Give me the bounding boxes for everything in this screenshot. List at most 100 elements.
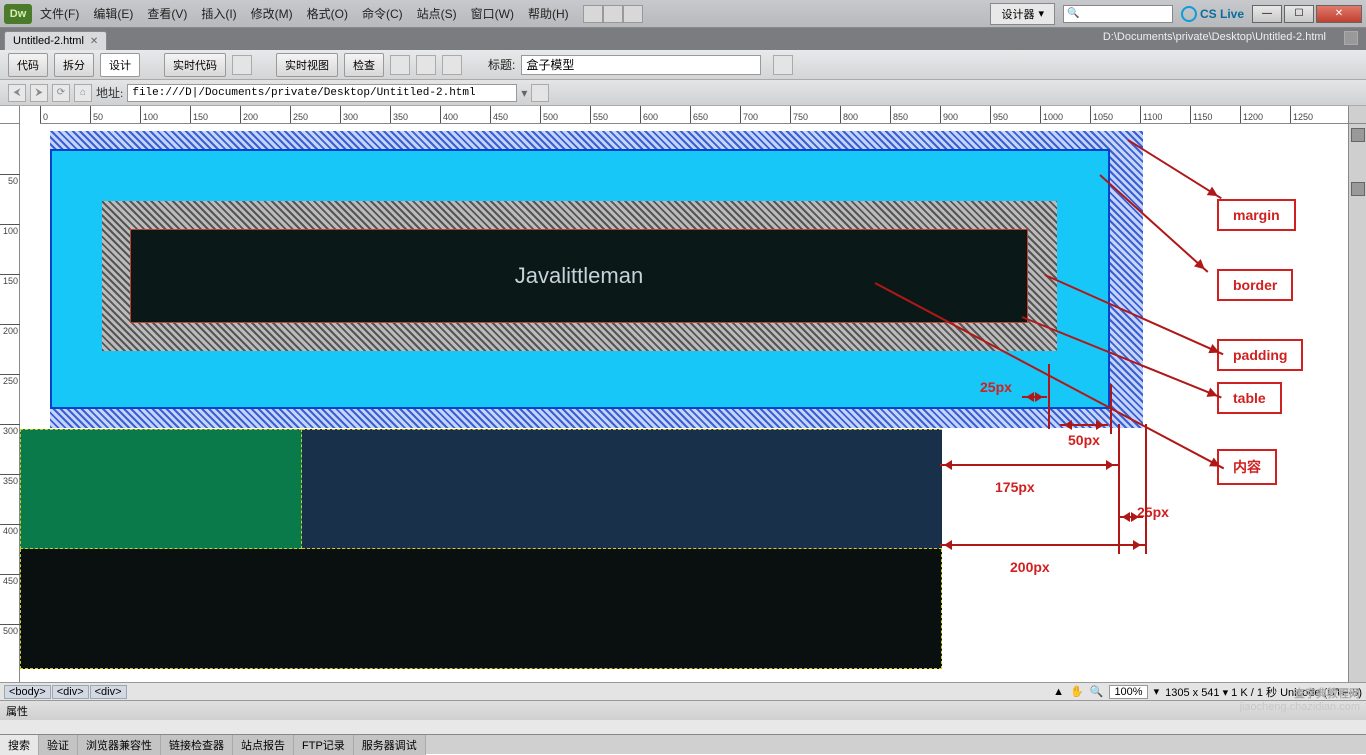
properties-header[interactable]: 属性 (0, 700, 1366, 720)
split-view-button[interactable]: 拆分 (54, 53, 94, 77)
annot-border: border (1217, 269, 1293, 301)
vertical-ruler: 50100150200250300350400450500 (0, 124, 20, 682)
address-toolbar: ⮜ ⮞ ⟳ ⌂ 地址: ▾ (0, 80, 1366, 106)
annot-content: 内容 (1217, 449, 1277, 485)
tag-div[interactable]: <div> (52, 685, 89, 699)
tab-site-report[interactable]: 站点报告 (233, 735, 294, 755)
menu-site[interactable]: 站点(S) (417, 5, 457, 22)
document-path: D:\Documents\private\Desktop\Untitled-2.… (1103, 31, 1326, 43)
dim-guide-icon (1048, 364, 1050, 429)
design-view-button[interactable]: 设计 (100, 53, 140, 77)
menu-file[interactable]: 文件(F) (40, 5, 79, 22)
globe-icon[interactable] (390, 55, 410, 75)
document-tabs: Untitled-2.html ✕ D:\Documents\private\D… (0, 28, 1366, 50)
close-tab-icon[interactable]: ✕ (90, 36, 98, 47)
tab-ftp-log[interactable]: FTP记录 (294, 735, 354, 755)
border-area: Javalittleman (50, 149, 1110, 409)
layout-icon[interactable] (583, 5, 603, 23)
menu-window[interactable]: 窗口(W) (471, 5, 514, 22)
nav-fwd-icon[interactable]: ⮞ (30, 84, 48, 102)
tag-selector-bar: <body> <div> <div> ▲ ✋ 🔍 100% ▾ 1305 x 5… (0, 682, 1366, 700)
page-title-input[interactable] (521, 55, 761, 75)
title-tool-icon[interactable] (773, 55, 793, 75)
extension-icon[interactable] (603, 5, 623, 23)
tab-validate[interactable]: 验证 (39, 735, 78, 755)
tab-browser-compat[interactable]: 浏览器兼容性 (78, 735, 161, 755)
inspect-button[interactable]: 检查 (344, 53, 384, 77)
maximize-button[interactable]: ☐ (1284, 5, 1314, 23)
dim-25a: 25px (980, 379, 1012, 395)
annot-padding: padding (1217, 339, 1303, 371)
dim-50: 50px (1068, 432, 1100, 448)
document-tab[interactable]: Untitled-2.html ✕ (4, 31, 107, 50)
title-label: 标题: (488, 56, 515, 73)
view-toolbar: 代码 拆分 设计 实时代码 实时视图 检查 标题: (0, 50, 1366, 80)
tab-search[interactable]: 搜索 (0, 735, 39, 755)
workspace-icon[interactable] (623, 5, 643, 23)
dim-bar-icon (1060, 424, 1108, 426)
menu-format[interactable]: 格式(O) (307, 5, 348, 22)
design-canvas[interactable]: Javalittleman margin border padding tabl… (20, 124, 1348, 682)
pointer-icon[interactable]: ▲ (1053, 686, 1064, 698)
app-logo: Dw (4, 4, 32, 24)
designer-dropdown[interactable]: 设计器▾ (990, 3, 1055, 25)
annot-margin: margin (1217, 199, 1296, 231)
title-bar: Dw 文件(F) 编辑(E) 查看(V) 插入(I) 修改(M) 格式(O) 命… (0, 0, 1366, 28)
live-view-button[interactable]: 实时视图 (276, 53, 338, 77)
options-icon[interactable] (442, 55, 462, 75)
refresh-icon[interactable] (416, 55, 436, 75)
live-code-icon[interactable] (232, 55, 252, 75)
dim-guide-icon (1145, 424, 1147, 554)
dim-guide-icon (1118, 424, 1120, 554)
panel-toggle-icon[interactable] (1351, 182, 1365, 196)
green-box (20, 429, 302, 549)
close-button[interactable]: ✕ (1316, 5, 1362, 23)
menu-insert[interactable]: 插入(I) (201, 5, 236, 22)
content-box: Javalittleman (130, 229, 1028, 323)
padding-area: Javalittleman (102, 201, 1057, 351)
dim-guide-icon (1110, 384, 1112, 434)
dim-bar-icon (940, 464, 1118, 466)
cslive-button[interactable]: CS Live (1181, 6, 1244, 22)
nav-back-icon[interactable]: ⮜ (8, 84, 26, 102)
menu-help[interactable]: 帮助(H) (528, 5, 569, 22)
annot-table: table (1217, 382, 1282, 414)
doc-restore-icon[interactable] (1344, 31, 1358, 45)
tag-div[interactable]: <div> (90, 685, 127, 699)
address-label: 地址: (96, 84, 123, 101)
live-code-button[interactable]: 实时代码 (164, 53, 226, 77)
zoom-value[interactable]: 100% (1109, 685, 1147, 699)
tab-link-check[interactable]: 链接检查器 (161, 735, 233, 755)
document-tab-label: Untitled-2.html (13, 35, 84, 47)
dim-bar-icon (1118, 516, 1143, 518)
menu-modify[interactable]: 修改(M) (251, 5, 293, 22)
tag-body[interactable]: <body> (4, 685, 51, 699)
watermark: 查字典教程网jiaocheng.chazidian.com (1240, 688, 1360, 714)
dim-175: 175px (995, 479, 1035, 495)
horizontal-ruler: 0501001502002503003504004505005506006507… (40, 106, 1348, 124)
menu-command[interactable]: 命令(C) (362, 5, 403, 22)
design-canvas-area: 50100150200250300350400450500 Javalittle… (0, 124, 1366, 682)
navy-box (302, 429, 942, 549)
menu-edit[interactable]: 编辑(E) (93, 5, 133, 22)
hand-icon[interactable]: ✋ (1070, 685, 1084, 698)
address-tool-icon[interactable] (531, 84, 549, 102)
minimize-button[interactable]: ― (1252, 5, 1282, 23)
black-box (20, 549, 942, 669)
address-input[interactable] (127, 84, 517, 102)
dim-bar-icon (940, 544, 1145, 546)
content-text: Javalittleman (515, 263, 643, 289)
dim-bar-icon (1022, 396, 1047, 398)
code-view-button[interactable]: 代码 (8, 53, 48, 77)
panel-dock (1348, 124, 1366, 682)
main-menu: 文件(F) 编辑(E) 查看(V) 插入(I) 修改(M) 格式(O) 命令(C… (40, 5, 569, 22)
nav-refresh-icon[interactable]: ⟳ (52, 84, 70, 102)
dim-200: 200px (1010, 559, 1050, 575)
zoom-icon[interactable]: 🔍 (1090, 685, 1104, 698)
search-box[interactable] (1063, 5, 1173, 23)
nav-home-icon[interactable]: ⌂ (74, 84, 92, 102)
menu-view[interactable]: 查看(V) (147, 5, 187, 22)
tab-server-debug[interactable]: 服务器调试 (354, 735, 426, 755)
results-tabs: 搜索 验证 浏览器兼容性 链接检查器 站点报告 FTP记录 服务器调试 (0, 734, 1366, 754)
panel-toggle-icon[interactable] (1351, 128, 1365, 142)
